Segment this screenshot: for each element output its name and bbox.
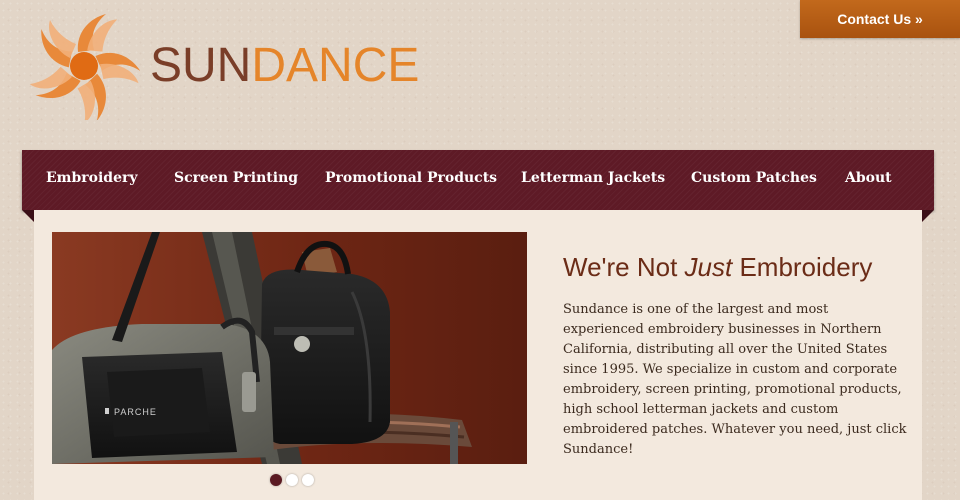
main-nav: Embroidery Screen Printing Promotional P… (22, 150, 934, 210)
sun-swirl-icon (29, 14, 140, 120)
nav-item-embroidery[interactable]: Embroidery (46, 170, 138, 186)
logo[interactable]: SUNDANCE (28, 8, 428, 120)
hero-headline: We're Not Just Embroidery (563, 252, 872, 283)
logo-wordmark: SUNDANCE (150, 42, 419, 90)
logo-sun-text: SUN (150, 39, 252, 92)
hero-description: Sundance is one of the largest and most … (563, 302, 907, 457)
contact-us-button[interactable]: Contact Us » (800, 0, 960, 38)
headline-part-2: Embroidery (732, 252, 873, 282)
headline-part-1: We're Not (563, 252, 685, 282)
hero-image[interactable]: PARCHE (52, 232, 527, 464)
bags-illustration: PARCHE (52, 232, 527, 464)
nav-fold-right (922, 210, 934, 222)
nav-item-promotional-products[interactable]: Promotional Products (325, 170, 497, 186)
logo-dance-text: DANCE (251, 39, 420, 92)
slide-dot-1[interactable] (270, 474, 282, 486)
nav-item-letterman-jackets[interactable]: Letterman Jackets (521, 170, 665, 186)
slider-dots (270, 474, 314, 486)
nav-item-custom-patches[interactable]: Custom Patches (691, 170, 817, 186)
nav-item-screen-printing[interactable]: Screen Printing (174, 170, 298, 186)
nav-item-about[interactable]: About (845, 170, 892, 186)
bag-brand-label: PARCHE (114, 407, 157, 417)
slide-dot-2[interactable] (286, 474, 298, 486)
nav-fold-left (22, 210, 34, 222)
slide-dot-3[interactable] (302, 474, 314, 486)
headline-emphasis: Just (684, 252, 733, 282)
